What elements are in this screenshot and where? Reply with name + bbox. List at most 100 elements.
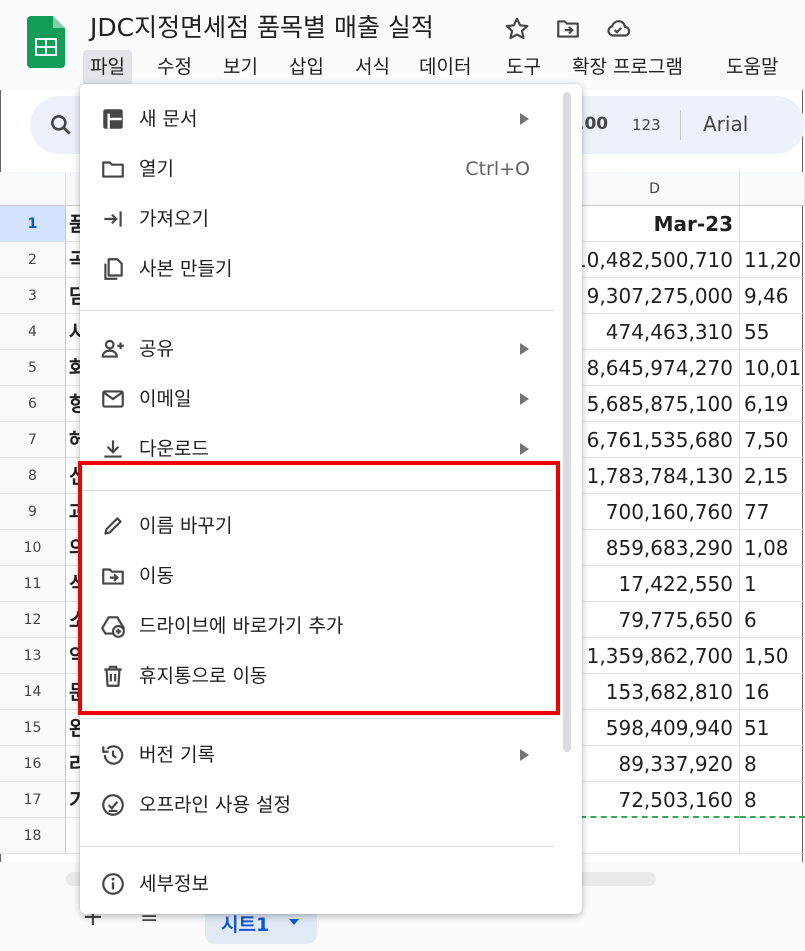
cell-d[interactable]: 153,682,810 — [570, 674, 740, 710]
row-header[interactable]: 7 — [0, 422, 66, 458]
column-header-d[interactable]: D — [570, 172, 740, 206]
menu-item-label: 공유 — [139, 338, 174, 360]
import-icon — [104, 211, 122, 227]
cell-d[interactable]: 89,337,920 — [570, 746, 740, 782]
number-format-button[interactable]: 123 — [632, 116, 661, 134]
cell-e[interactable]: 55 — [740, 314, 805, 350]
menu-item-import[interactable]: 가져오기 — [80, 196, 558, 242]
menu-item-version-history[interactable]: 버전 기록 — [80, 732, 558, 778]
column-header-e[interactable] — [740, 172, 805, 206]
cell-d[interactable]: 79,775,650 — [570, 602, 740, 638]
row-header[interactable]: 16 — [0, 746, 66, 782]
cell-d[interactable]: 598,409,940 — [570, 710, 740, 746]
cell-e[interactable]: 6,19 — [740, 386, 805, 422]
cell-e[interactable]: 11,20 — [740, 242, 805, 278]
cell-e[interactable]: 2,15 — [740, 458, 805, 494]
row-header[interactable]: 18 — [0, 818, 66, 854]
cell-e[interactable] — [740, 818, 805, 854]
row-header[interactable]: 11 — [0, 566, 66, 602]
row-header[interactable]: 17 — [0, 782, 66, 818]
menu-item-open[interactable]: 열기 Ctrl+O — [80, 146, 558, 192]
document-title[interactable]: JDC지정면세점 품목별 매출 실적 — [90, 8, 434, 44]
menu-view[interactable]: 보기 — [223, 50, 258, 84]
google-sheets-logo[interactable] — [27, 16, 65, 68]
cell-d[interactable] — [570, 818, 740, 854]
cell-e[interactable]: 8 — [740, 782, 805, 818]
cell-e[interactable]: 1 — [740, 566, 805, 602]
menu-item-copy[interactable]: 사본 만들기 — [80, 246, 558, 292]
cell-e[interactable]: 10,01 — [740, 350, 805, 386]
menu-item-label: 이메일 — [139, 388, 192, 410]
cell-d[interactable]: 5,685,875,100 — [570, 386, 740, 422]
share-person-icon — [101, 339, 124, 358]
menu-separator — [80, 846, 554, 847]
info-icon — [102, 873, 124, 895]
menu-help[interactable]: 도움말 — [726, 50, 778, 84]
menu-item-label: 오프라인 사용 설정 — [139, 794, 291, 816]
sheet-tab-dropdown-icon[interactable] — [289, 919, 299, 925]
menu-item-share[interactable]: 공유 — [80, 326, 558, 372]
cell-d[interactable]: 6,761,535,680 — [570, 422, 740, 458]
cell-d[interactable]: 17,422,550 — [570, 566, 740, 602]
toolbar-divider — [680, 110, 681, 140]
submenu-arrow-icon — [520, 749, 529, 761]
row-header[interactable]: 1 — [0, 206, 66, 242]
cell-d[interactable]: 1,359,862,700 — [570, 638, 740, 674]
increase-decimal-button[interactable]: .00 — [578, 114, 608, 134]
row-header[interactable]: 8 — [0, 458, 66, 494]
cloud-status-icon[interactable] — [605, 16, 631, 42]
menu-separator — [80, 310, 554, 311]
highlight-box — [78, 461, 560, 715]
select-all-corner[interactable] — [0, 172, 66, 206]
cell-d[interactable]: 859,683,290 — [570, 530, 740, 566]
menu-item-new[interactable]: 새 문서 — [80, 96, 558, 142]
menu-scrollbar[interactable] — [563, 92, 571, 752]
menu-extensions[interactable]: 확장 프로그램 — [572, 50, 683, 84]
cell-d[interactable]: 474,463,310 — [570, 314, 740, 350]
cell-e[interactable]: 16 — [740, 674, 805, 710]
menu-insert[interactable]: 삽입 — [289, 50, 324, 84]
star-icon[interactable] — [504, 16, 530, 42]
menu-data[interactable]: 데이터 — [419, 50, 471, 84]
row-header[interactable]: 9 — [0, 494, 66, 530]
menu-item-details[interactable]: 세부정보 — [80, 861, 558, 907]
row-header[interactable]: 12 — [0, 602, 66, 638]
cell-e[interactable]: 9,46 — [740, 278, 805, 314]
cell-e[interactable] — [740, 206, 805, 242]
folder-move-icon[interactable] — [555, 16, 581, 42]
cell-d[interactable]: 9,307,275,000 — [570, 278, 740, 314]
row-header[interactable]: 14 — [0, 674, 66, 710]
row-header[interactable]: 3 — [0, 278, 66, 314]
cell-e[interactable]: 8 — [740, 746, 805, 782]
search-icon[interactable] — [48, 112, 74, 138]
row-header[interactable]: 6 — [0, 386, 66, 422]
menu-item-email[interactable]: 이메일 — [80, 376, 558, 422]
cell-e[interactable]: 6 — [740, 602, 805, 638]
cell-e[interactable]: 77 — [740, 494, 805, 530]
menu-edit[interactable]: 수정 — [157, 50, 192, 84]
sheet-tab-label: 시트1 — [221, 914, 270, 936]
menu-item-offline[interactable]: 오프라인 사용 설정 — [80, 782, 558, 828]
cell-d[interactable]: 10,482,500,710 — [570, 242, 740, 278]
cell-e[interactable]: 1,08 — [740, 530, 805, 566]
row-header[interactable]: 15 — [0, 710, 66, 746]
row-header[interactable]: 5 — [0, 350, 66, 386]
cell-d[interactable]: 1,783,784,130 — [570, 458, 740, 494]
cell-d[interactable]: 700,160,760 — [570, 494, 740, 530]
cell-d[interactable]: 8,645,974,270 — [570, 350, 740, 386]
header: JDC지정면세점 품목별 매출 실적 파일 수정 보기 삽입 서식 데이터 도구… — [0, 0, 805, 90]
cell-e[interactable]: 51 — [740, 710, 805, 746]
menu-tools[interactable]: 도구 — [506, 50, 541, 84]
row-header[interactable]: 2 — [0, 242, 66, 278]
menu-file[interactable]: 파일 — [83, 50, 132, 84]
menu-format[interactable]: 서식 — [355, 50, 390, 84]
copy-icon — [104, 258, 123, 280]
row-header[interactable]: 10 — [0, 530, 66, 566]
row-header[interactable]: 13 — [0, 638, 66, 674]
row-header[interactable]: 4 — [0, 314, 66, 350]
cell-d[interactable]: 72,503,160 — [570, 782, 740, 818]
cell-e[interactable]: 7,50 — [740, 422, 805, 458]
cell-d[interactable]: Mar-23 — [570, 206, 740, 242]
cell-e[interactable]: 1,50 — [740, 638, 805, 674]
font-family-select[interactable]: Arial — [703, 112, 748, 136]
